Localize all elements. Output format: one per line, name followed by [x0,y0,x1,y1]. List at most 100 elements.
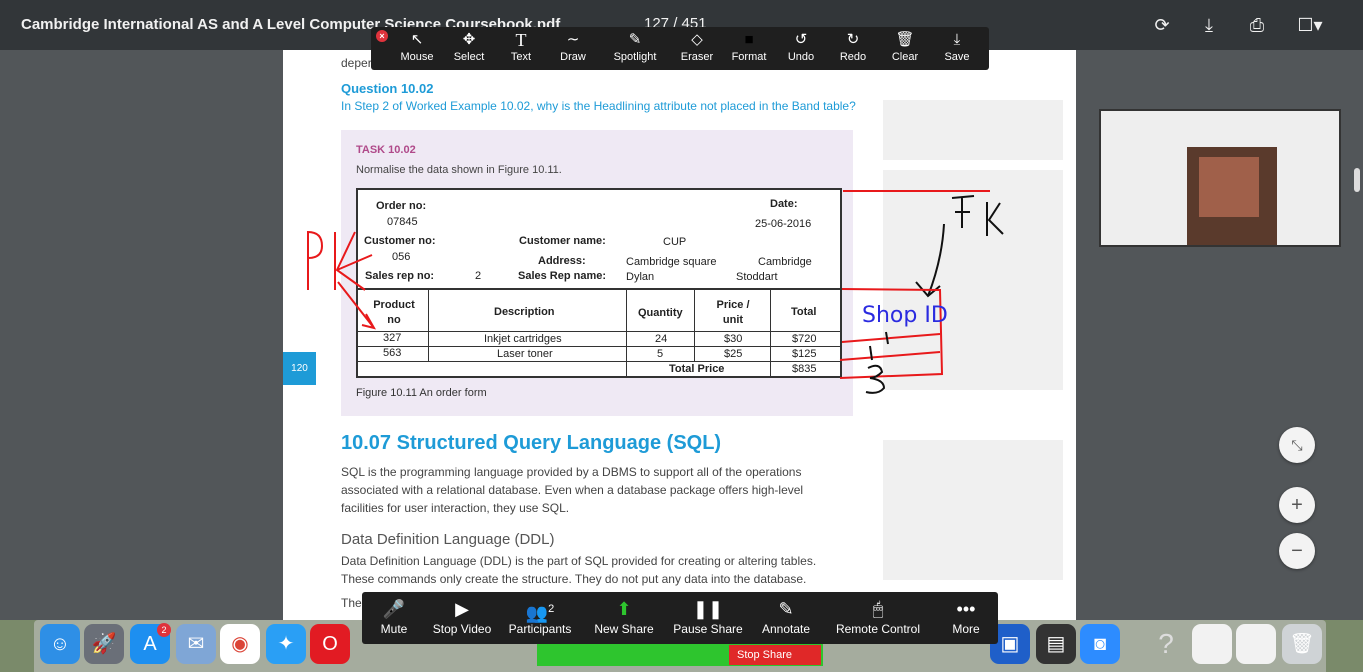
launchpad-icon[interactable]: 🚀 [84,624,124,664]
table-cell: 563 [383,347,402,359]
new-share-button[interactable]: ⬆ New Share [590,596,658,642]
more-button[interactable]: ••• More [946,596,986,642]
subsection-heading: Data Definition Language (DDL) [341,531,555,548]
mouse-icon: 🖱 [872,599,884,619]
participants-button[interactable]: 👥2 Participants [506,596,574,642]
column-header: Description [494,306,555,318]
table-border [770,288,771,378]
task-label: TASK 10.02 [356,144,416,156]
task-box: TASK 10.02 Normalise the data shown in F… [341,130,853,416]
address-line-1: Cambridge square [626,256,717,268]
document-icon[interactable] [1236,624,1276,664]
sales-rep-no-label: Sales rep no: [365,270,435,282]
text-icon: T [515,30,527,50]
participants-icon: 👥2 [525,603,555,623]
table-cell: Laser toner [497,348,553,360]
stop-share-button[interactable]: Stop Share [729,645,821,665]
remote-control-button[interactable]: 🖱 Remote Control [832,596,924,642]
sales-rep-no-value: 2 [475,270,482,282]
more-icon: ••• [956,599,976,619]
table-cell: $25 [724,348,743,360]
opera-icon[interactable]: O [310,624,350,664]
microphone-icon: 🎤 [382,599,406,619]
column-header: Total [791,306,817,318]
redo-icon: ↻ [846,31,860,48]
question-title: Question 10.02 [341,81,434,96]
zoom-out-button[interactable]: − [1279,533,1315,569]
trash-icon[interactable]: 🗑 [1282,624,1322,664]
annotate-redo-button[interactable]: ↻ Redo [827,29,879,69]
bottom-text-fragment: The [341,596,362,610]
close-annotate-button[interactable]: × [376,30,388,42]
cursor-icon: ↖ [410,31,424,48]
download-icon[interactable]: ⤓ [1198,14,1220,36]
pdf-page: deper Question 10.02 In Step 2 of Worked… [283,50,1076,620]
annotate-button[interactable]: ✎ Annotate [756,596,816,642]
move-icon: ✥ [462,31,476,48]
safari-icon[interactable]: ✦ [266,624,306,664]
video-camera-icon: ▶ [455,599,469,619]
annotate-save-button[interactable]: ⤓ Save [931,29,983,69]
fit-page-button[interactable]: ⤡ [1279,427,1315,463]
pause-share-button[interactable]: ❚❚ Pause Share [670,596,746,642]
projector-icon[interactable]: ▤ [1036,624,1076,664]
ghost-text [883,100,1063,160]
annotate-mouse-button[interactable]: ↖ Mouse [391,29,443,69]
address-line-2: Cambridge [758,256,812,268]
order-no-label: Order no: [376,200,427,212]
total-price-label: Total Price [669,363,725,375]
mute-button[interactable]: 🎤 Mute [372,596,416,642]
order-no-value: 07845 [387,216,418,228]
column-header: Quantity [638,307,683,319]
eraser-icon: ◇ [691,31,703,48]
customer-name-label: Customer name: [519,235,606,247]
chrome-icon[interactable]: ◉ [220,624,260,664]
spotlight-icon: ✎ [628,31,642,48]
document-icon[interactable] [1192,624,1232,664]
annotate-spotlight-button[interactable]: ✎ Spotlight [605,29,665,69]
date-label: Date: [770,198,798,210]
zoom-icon[interactable]: ◙ [1080,624,1120,664]
order-form: Order no: 07845 Date: 25-06-2016 Custome… [356,188,842,378]
customer-no-label: Customer no: [364,235,436,247]
stop-video-button[interactable]: ▶ Stop Video [428,596,496,642]
sales-rep-last-name: Stoddart [736,271,778,283]
participant-video[interactable] [1099,109,1341,247]
ghost-text [883,440,1063,580]
participant-face [1199,157,1259,217]
section-body: SQL is the programming language provided… [341,465,804,515]
annotate-text-button[interactable]: T Text [495,29,547,69]
customer-no-value: 056 [392,251,411,263]
share-icon: ⬆ [616,599,632,619]
trash-icon: 🗑 [895,31,915,48]
zoom-meeting-controls: 🎤 Mute ▶ Stop Video 👥2 Participants ⬆ New Sh… [362,592,998,644]
annotate-undo-button[interactable]: ↺ Undo [775,29,827,69]
sales-rep-name-label: Sales Rep name: [518,270,607,282]
shop-id-annotation: Shop ID [862,303,948,328]
scrollbar-thumb[interactable] [1354,168,1360,192]
draw-icon: ∼ [566,31,580,48]
total-price-value: $835 [792,363,817,375]
color-swatch-icon: ■ [744,31,754,48]
annotate-select-button[interactable]: ✥ Select [443,29,495,69]
finder-icon[interactable]: ☺ [40,624,80,664]
column-header: Price / unit [716,299,750,326]
annotate-format-button[interactable]: ■ Format [723,29,775,69]
annotate-draw-button[interactable]: ∼ Draw [547,29,599,69]
table-cell: 24 [655,333,668,345]
table-cell: 5 [657,348,664,360]
mail-icon[interactable]: ✉ [176,624,216,664]
print-icon[interactable]: ⎙ [1246,14,1268,36]
help-icon[interactable]: ? [1146,624,1186,664]
rotate-icon[interactable]: ⟳ [1151,14,1173,36]
table-border [428,288,429,362]
column-header: Product no [373,299,415,326]
annotate-eraser-button[interactable]: ◇ Eraser [671,29,723,69]
table-cell: 327 [383,332,402,344]
top-text-fragment: deper [341,56,372,70]
date-value: 25-06-2016 [755,218,812,230]
annotate-clear-button[interactable]: 🗑 Clear [879,29,931,69]
sales-rep-first-name: Dylan [626,271,655,283]
bookmark-icon[interactable]: ☐▾ [1294,14,1326,36]
zoom-in-button[interactable]: + [1279,487,1315,523]
